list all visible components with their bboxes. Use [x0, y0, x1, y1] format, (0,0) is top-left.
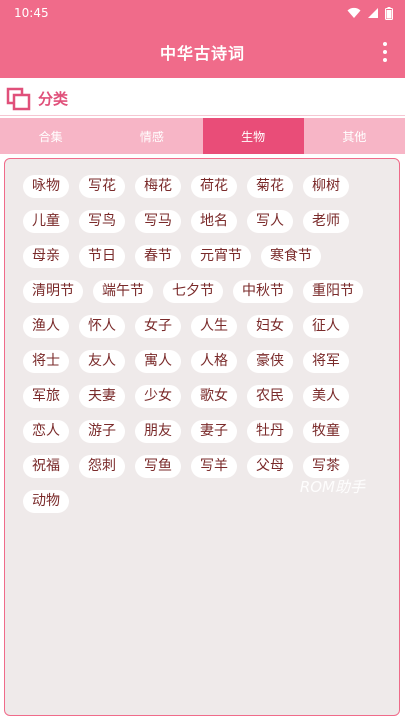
tag-chip[interactable]: 梅花 — [135, 175, 181, 198]
tab-collection[interactable]: 合集 — [0, 118, 101, 154]
section-header: 分类 — [0, 82, 405, 116]
tag-chip[interactable]: 渔人 — [23, 315, 69, 338]
tag-chip[interactable]: 妇女 — [247, 315, 293, 338]
battery-icon — [385, 6, 393, 20]
tag-chip[interactable]: 征人 — [303, 315, 349, 338]
tag-chip[interactable]: 柳树 — [303, 175, 349, 198]
tag-chip[interactable]: 春节 — [135, 245, 181, 268]
tag-chip[interactable]: 寒食节 — [261, 245, 321, 268]
tag-chip[interactable]: 写鱼 — [135, 455, 181, 478]
tab-emotion[interactable]: 情感 — [101, 118, 202, 154]
tag-chip[interactable]: 美人 — [303, 385, 349, 408]
section-label: 分类 — [38, 90, 69, 108]
tag-chip[interactable]: 祝福 — [23, 455, 69, 478]
tag-chip[interactable]: 咏物 — [23, 175, 69, 198]
tag-chip[interactable]: 怀人 — [79, 315, 125, 338]
tag-chip[interactable]: 牧童 — [303, 420, 349, 443]
wifi-icon — [347, 7, 361, 18]
tag-chip[interactable]: 豪侠 — [247, 350, 293, 373]
tag-chip[interactable]: 怨刺 — [79, 455, 125, 478]
tag-panel: 咏物 写花 梅花 荷花 菊花 柳树儿童 写鸟 写马 地名 写人 老师母亲 节日 春节 元宵节 寒食节清明节端… — [4, 158, 400, 716]
tag-chip[interactable]: 写鸟 — [79, 210, 125, 233]
tag-chip[interactable]: 重阳节 — [303, 280, 363, 303]
tag-chip[interactable]: 游子 — [79, 420, 125, 443]
tag-chip[interactable]: 朋友 — [135, 420, 181, 443]
tag-chip[interactable]: 写羊 — [191, 455, 237, 478]
tag-list: 咏物 写花 梅花 荷花 菊花 柳树儿童 写鸟 写马 地名 写人 老师母亲 节日 春节 元宵节 寒食节清明节端… — [23, 175, 389, 513]
tag-chip[interactable]: 人生 — [191, 315, 237, 338]
tag-chip[interactable]: 菊花 — [247, 175, 293, 198]
tag-chip[interactable]: 女子 — [135, 315, 181, 338]
tag-chip[interactable]: 动物 — [23, 490, 69, 513]
tag-chip[interactable]: 军旅 — [23, 385, 69, 408]
app-title: 中华古诗词 — [159, 44, 245, 63]
tag-chip[interactable]: 妻子 — [191, 420, 237, 443]
app-bar: 中华古诗词 — [0, 26, 405, 78]
tag-chip[interactable]: 恋人 — [23, 420, 69, 443]
status-icons — [347, 6, 393, 20]
category-icon — [6, 87, 31, 110]
tag-chip[interactable]: 节日 — [79, 245, 125, 268]
tag-chip[interactable]: 歌女 — [191, 385, 237, 408]
tag-chip[interactable]: 元宵节 — [191, 245, 251, 268]
tag-chip[interactable]: 将军 — [303, 350, 349, 373]
tag-chip[interactable]: 牡丹 — [247, 420, 293, 443]
tag-chip[interactable]: 寓人 — [135, 350, 181, 373]
tag-chip[interactable]: 少女 — [135, 385, 181, 408]
tag-chip[interactable]: 端午节 — [93, 280, 153, 303]
tag-chip[interactable]: 写人 — [247, 210, 293, 233]
watermark: ROM助手 — [299, 478, 365, 496]
tag-chip[interactable]: 中秋节 — [233, 280, 293, 303]
tag-chip[interactable]: 清明节 — [23, 280, 83, 303]
tag-chip[interactable]: 母亲 — [23, 245, 69, 268]
tag-chip[interactable]: 夫妻 — [79, 385, 125, 408]
status-time: 10:45 — [14, 6, 49, 20]
tag-chip[interactable]: 父母 — [247, 455, 293, 478]
tag-chip[interactable]: 写马 — [135, 210, 181, 233]
tab-creature[interactable]: 生物 — [202, 118, 304, 154]
tab-other[interactable]: 其他 — [304, 118, 405, 154]
tag-chip[interactable]: 地名 — [191, 210, 237, 233]
signal-icon — [368, 8, 378, 18]
tag-chip[interactable]: 七夕节 — [163, 280, 223, 303]
tag-chip[interactable]: 写花 — [79, 175, 125, 198]
tag-chip[interactable]: 农民 — [247, 385, 293, 408]
tag-chip[interactable]: 人格 — [191, 350, 237, 373]
tag-chip[interactable]: 友人 — [79, 350, 125, 373]
more-vert-icon[interactable] — [379, 42, 391, 62]
category-tabs: 合集 情感 生物 其他 — [0, 118, 405, 154]
status-bar: 10:45 — [0, 0, 405, 26]
tag-chip[interactable]: 写茶 — [303, 455, 349, 478]
tag-chip[interactable]: 将士 — [23, 350, 69, 373]
tag-chip[interactable]: 儿童 — [23, 210, 69, 233]
tag-chip[interactable]: 荷花 — [191, 175, 237, 198]
tag-chip[interactable]: 老师 — [303, 210, 349, 233]
